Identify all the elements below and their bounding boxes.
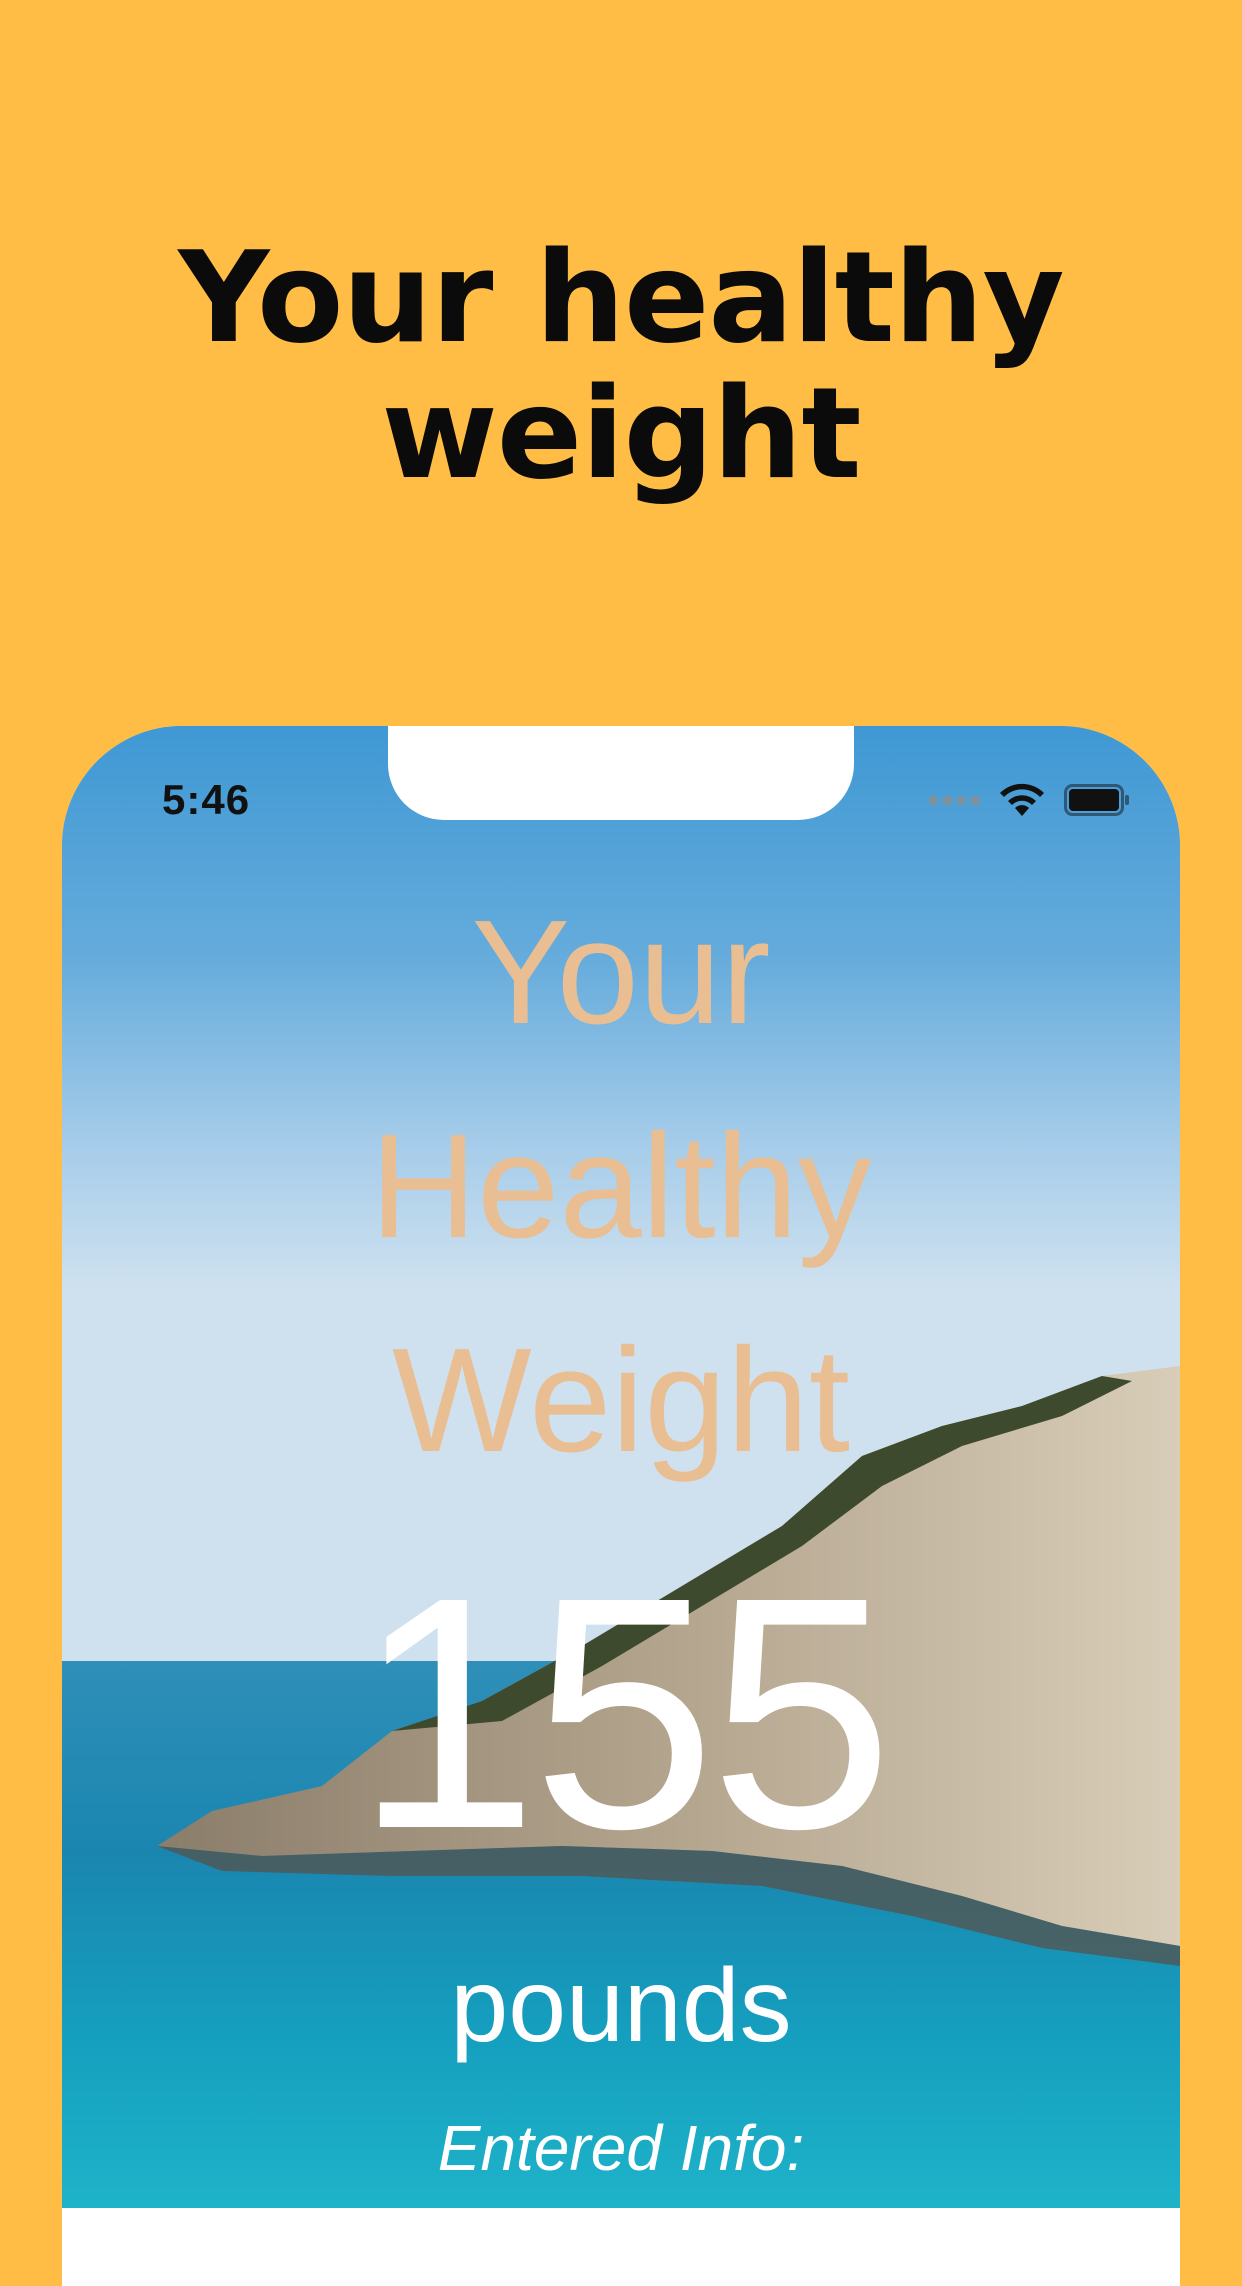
weight-unit: pounds bbox=[450, 1948, 792, 2064]
entered-info-label: Entered Info: bbox=[437, 2112, 805, 2184]
screen-title: Your Healthy Weight bbox=[62, 866, 1180, 1508]
weight-value: 155 bbox=[354, 1528, 894, 1897]
battery-icon bbox=[1064, 784, 1129, 816]
status-time: 5:46 bbox=[162, 776, 251, 823]
screen-title-line-1: Your bbox=[471, 890, 771, 1055]
promo-headline: Your healthy weight bbox=[0, 230, 1242, 502]
wifi-icon bbox=[1000, 783, 1044, 816]
promo-headline-line-2: weight bbox=[381, 360, 861, 507]
promo-headline-line-1: Your healthy bbox=[178, 224, 1064, 371]
screen-title-line-2: Healthy bbox=[370, 1104, 872, 1269]
app-screen: 5:46 Your Healthy Weight 155 pounds Ente… bbox=[62, 726, 1180, 2208]
status-icons bbox=[929, 776, 1130, 824]
device-notch bbox=[388, 726, 854, 820]
screen-title-line-3: Weight bbox=[392, 1318, 850, 1483]
signal-icon bbox=[929, 795, 980, 805]
